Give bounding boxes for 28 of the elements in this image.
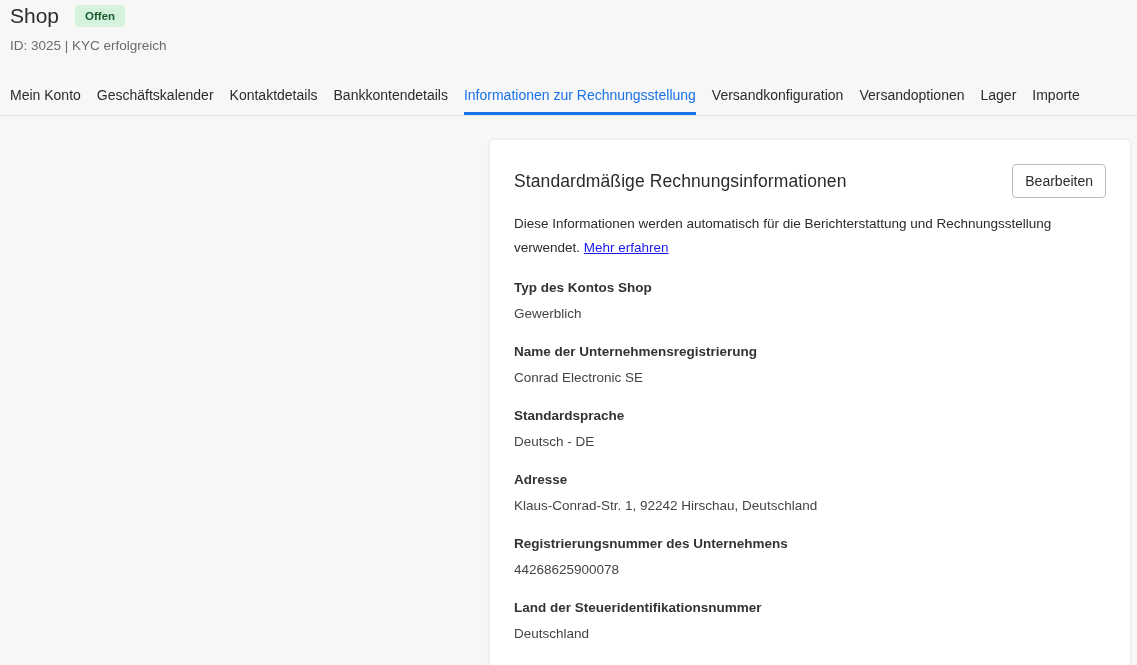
page-title: Shop <box>10 4 60 28</box>
tab[interactable]: Lager <box>980 85 1017 115</box>
learn-more-link[interactable]: Mehr erfahren <box>583 240 669 255</box>
field-value: Gewerblich <box>514 305 583 323</box>
card-description: Diese Informationen werden automatisch für die Berichterstattung und Rechnungsstellung verwendet. Mehr erfahren <box>514 215 1053 257</box>
field-label: Registrierungsnummer des Unternehmens <box>514 535 789 553</box>
tab[interactable]: Mein Konto <box>10 85 81 115</box>
field-value: Conrad Electronic SE <box>514 369 645 387</box>
tab[interactable]: Informationen zur Rechnungsstellung <box>463 85 696 115</box>
field-value: Deutschland <box>514 625 591 643</box>
field-value: 44268625900078 <box>514 561 621 579</box>
field-label: Land der Steueridentifikationsnummer <box>514 599 763 617</box>
field-label: Name der Unternehmensregistrierung <box>514 343 759 361</box>
card-title: Standardmäßige Rechnungsinformationen <box>514 170 847 192</box>
field-label: Standardsprache <box>514 407 626 425</box>
tab[interactable]: Kontaktdetails <box>229 85 318 115</box>
tab[interactable]: Bankkontendetails <box>333 85 448 115</box>
edit-button[interactable]: Bearbeiten <box>1012 164 1106 198</box>
field-label: Typ des Kontos Shop <box>514 279 653 297</box>
tab[interactable]: Versandkonfiguration <box>711 85 844 115</box>
tab[interactable]: Versandoptionen <box>859 85 965 115</box>
status-badge: Offen <box>75 5 126 27</box>
account-subtitle: ID: 3025 | KYC erfolgreich <box>10 38 168 53</box>
field-value: Klaus-Conrad-Str. 1, 92242 Hirschau, Deutschland <box>514 497 819 515</box>
field-value: Deutsch - DE <box>514 433 596 451</box>
field-label: Adresse <box>514 471 569 489</box>
tab[interactable]: Importe <box>1032 85 1080 115</box>
tab[interactable]: Geschäftskalender <box>96 85 214 115</box>
